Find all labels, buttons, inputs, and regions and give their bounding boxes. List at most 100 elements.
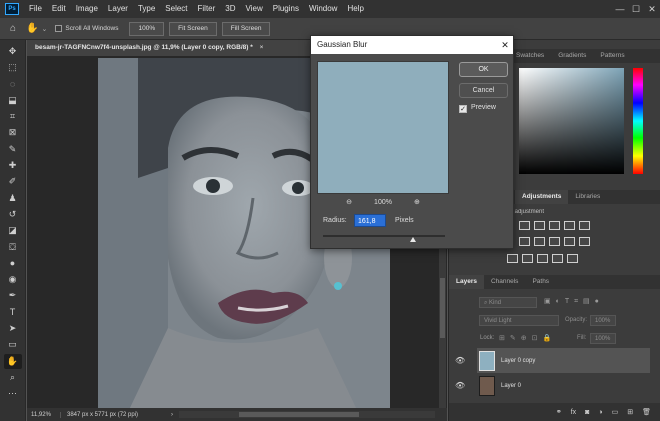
pen-tool-icon[interactable]: ✒ bbox=[4, 288, 22, 303]
document-tab-close-icon[interactable]: × bbox=[260, 44, 264, 51]
visibility-eye-icon[interactable]: 👁 bbox=[455, 356, 465, 365]
posterize-adjustment-icon[interactable] bbox=[522, 254, 533, 263]
menu-type[interactable]: Type bbox=[133, 0, 160, 18]
brightness-adjustment-icon[interactable] bbox=[519, 221, 530, 230]
more-tools-icon[interactable]: ⋯ bbox=[4, 386, 22, 401]
levels-adjustment-icon[interactable] bbox=[534, 221, 545, 230]
menu-layer[interactable]: Layer bbox=[103, 0, 133, 18]
hand-tool-active-icon[interactable]: ✋ bbox=[3, 353, 22, 369]
scroll-all-windows-checkbox[interactable]: Scroll All Windows bbox=[55, 25, 118, 32]
horizontal-scrollbar[interactable] bbox=[179, 411, 435, 418]
eraser-tool-icon[interactable]: ◪ bbox=[4, 223, 22, 238]
type-tool-icon[interactable]: T bbox=[4, 305, 22, 320]
exposure-adjustment-icon[interactable] bbox=[564, 221, 575, 230]
close-window-button[interactable]: ✕ bbox=[644, 4, 660, 15]
menu-file[interactable]: File bbox=[24, 0, 47, 18]
tab-libraries[interactable]: Libraries bbox=[568, 190, 607, 204]
opacity-input[interactable]: 100% bbox=[590, 315, 616, 326]
channel-mixer-adjustment-icon[interactable] bbox=[579, 237, 590, 246]
layer-row[interactable]: Layer 0 copy bbox=[479, 349, 649, 373]
tab-channels[interactable]: Channels bbox=[484, 275, 525, 289]
fit-screen-button[interactable]: Fit Screen bbox=[169, 21, 217, 36]
menu-filter[interactable]: Filter bbox=[193, 0, 221, 18]
path-selection-tool-icon[interactable]: ➤ bbox=[4, 321, 22, 336]
menu-window[interactable]: Window bbox=[304, 0, 342, 18]
blur-tool-icon[interactable]: ● bbox=[4, 256, 22, 271]
healing-brush-tool-icon[interactable]: ✚ bbox=[4, 158, 22, 173]
tab-gradients[interactable]: Gradients bbox=[551, 49, 593, 63]
menu-3d[interactable]: 3D bbox=[220, 0, 240, 18]
lasso-tool-icon[interactable]: ◌ bbox=[4, 77, 22, 92]
add-mask-icon[interactable]: ◙ bbox=[585, 409, 589, 416]
crop-tool-icon[interactable]: ⌗ bbox=[4, 109, 22, 124]
rectangle-tool-icon[interactable]: ▭ bbox=[4, 337, 22, 352]
dialog-close-icon[interactable]: ✕ bbox=[497, 36, 513, 54]
layer-row[interactable]: Layer 0 bbox=[479, 374, 649, 398]
history-brush-tool-icon[interactable]: ↺ bbox=[4, 207, 22, 222]
vertical-scroll-thumb[interactable] bbox=[440, 278, 445, 338]
layer-name[interactable]: Layer 0 bbox=[501, 383, 521, 389]
scroll-all-checkbox-box[interactable] bbox=[55, 25, 63, 32]
tab-swatches[interactable]: Swatches bbox=[509, 49, 551, 63]
visibility-eye-icon[interactable]: 👁 bbox=[455, 381, 465, 390]
photo-filter-adjustment-icon[interactable] bbox=[564, 237, 575, 246]
hue-slider[interactable] bbox=[633, 68, 643, 174]
eyedropper-tool-icon[interactable]: ✎ bbox=[4, 142, 22, 157]
radius-slider-track[interactable] bbox=[323, 235, 445, 237]
blur-preview[interactable] bbox=[317, 61, 449, 194]
color-spectrum[interactable] bbox=[519, 68, 624, 174]
threshold-adjustment-icon[interactable] bbox=[537, 254, 548, 263]
zoom-out-icon[interactable]: ⊖ bbox=[346, 198, 352, 206]
new-group-icon[interactable]: ▭ bbox=[612, 408, 619, 416]
delete-layer-icon[interactable]: 🗑 bbox=[642, 408, 651, 416]
blend-mode-select[interactable]: Vivid Light bbox=[479, 315, 559, 326]
layer-filter-kind[interactable]: ⌕ Kind bbox=[479, 297, 537, 308]
radius-slider-handle[interactable] bbox=[410, 237, 416, 242]
zoom-100-button[interactable]: 100% bbox=[129, 21, 165, 36]
radius-input[interactable]: 161,8 bbox=[354, 214, 386, 227]
minimize-button[interactable]: — bbox=[612, 4, 628, 14]
move-tool-icon[interactable]: ✥ bbox=[4, 44, 22, 59]
maximize-button[interactable]: ☐ bbox=[628, 4, 644, 15]
tab-adjustments[interactable]: Adjustments bbox=[515, 190, 569, 204]
marquee-tool-icon[interactable]: ⬚ bbox=[4, 60, 22, 75]
new-adjustment-icon[interactable]: ◑ bbox=[598, 409, 602, 416]
lock-icons[interactable]: ⊞✎⊕⊡🔒 bbox=[499, 334, 556, 342]
brush-tool-icon[interactable]: ✐ bbox=[4, 174, 22, 189]
color-balance-adjustment-icon[interactable] bbox=[534, 237, 545, 246]
frame-tool-icon[interactable]: ⊠ bbox=[4, 125, 22, 140]
menu-plugins[interactable]: Plugins bbox=[268, 0, 304, 18]
document-tab[interactable]: besam-jr-TAGFNCnw7f4-unsplash.jpg @ 11,9… bbox=[27, 40, 313, 56]
menu-edit[interactable]: Edit bbox=[47, 0, 71, 18]
zoom-in-icon[interactable]: ⊕ bbox=[414, 198, 420, 206]
gradient-map-adjustment-icon[interactable] bbox=[552, 254, 563, 263]
chevron-down-icon[interactable]: ⌄ bbox=[42, 25, 48, 33]
menu-help[interactable]: Help bbox=[342, 0, 368, 18]
dodge-tool-icon[interactable]: ◉ bbox=[4, 272, 22, 287]
clone-stamp-tool-icon[interactable]: ♟ bbox=[4, 191, 22, 206]
vibrance-adjustment-icon[interactable] bbox=[579, 221, 590, 230]
layer-filter-icons[interactable]: ▣◐T⌗▤● bbox=[544, 297, 604, 306]
menu-view[interactable]: View bbox=[241, 0, 268, 18]
menu-image[interactable]: Image bbox=[71, 0, 103, 18]
quick-select-tool-icon[interactable]: ⬓ bbox=[4, 93, 22, 108]
tab-paths[interactable]: Paths bbox=[525, 275, 556, 289]
fill-input[interactable]: 100% bbox=[590, 333, 616, 344]
tab-layers[interactable]: Layers bbox=[449, 275, 484, 289]
link-layers-icon[interactable]: ⚭ bbox=[556, 408, 562, 416]
layer-name[interactable]: Layer 0 copy bbox=[501, 358, 535, 364]
invert-adjustment-icon[interactable] bbox=[507, 254, 518, 263]
fx-icon[interactable]: fx bbox=[571, 409, 576, 416]
preview-checkbox[interactable]: ✓ bbox=[459, 105, 467, 113]
curves-adjustment-icon[interactable] bbox=[549, 221, 560, 230]
menu-select[interactable]: Select bbox=[160, 0, 192, 18]
hand-tool-icon[interactable]: ✋ bbox=[26, 23, 38, 34]
zoom-level[interactable]: 11,92% bbox=[27, 411, 61, 418]
black-white-adjustment-icon[interactable] bbox=[549, 237, 560, 246]
home-icon[interactable]: ⌂ bbox=[10, 23, 16, 34]
status-chevron-icon[interactable]: › bbox=[171, 412, 173, 418]
cancel-button[interactable]: Cancel bbox=[459, 83, 508, 98]
horizontal-scroll-thumb[interactable] bbox=[239, 412, 359, 417]
paint-bucket-tool-icon[interactable]: ⛋ bbox=[4, 240, 22, 255]
hue-saturation-adjustment-icon[interactable] bbox=[519, 237, 530, 246]
